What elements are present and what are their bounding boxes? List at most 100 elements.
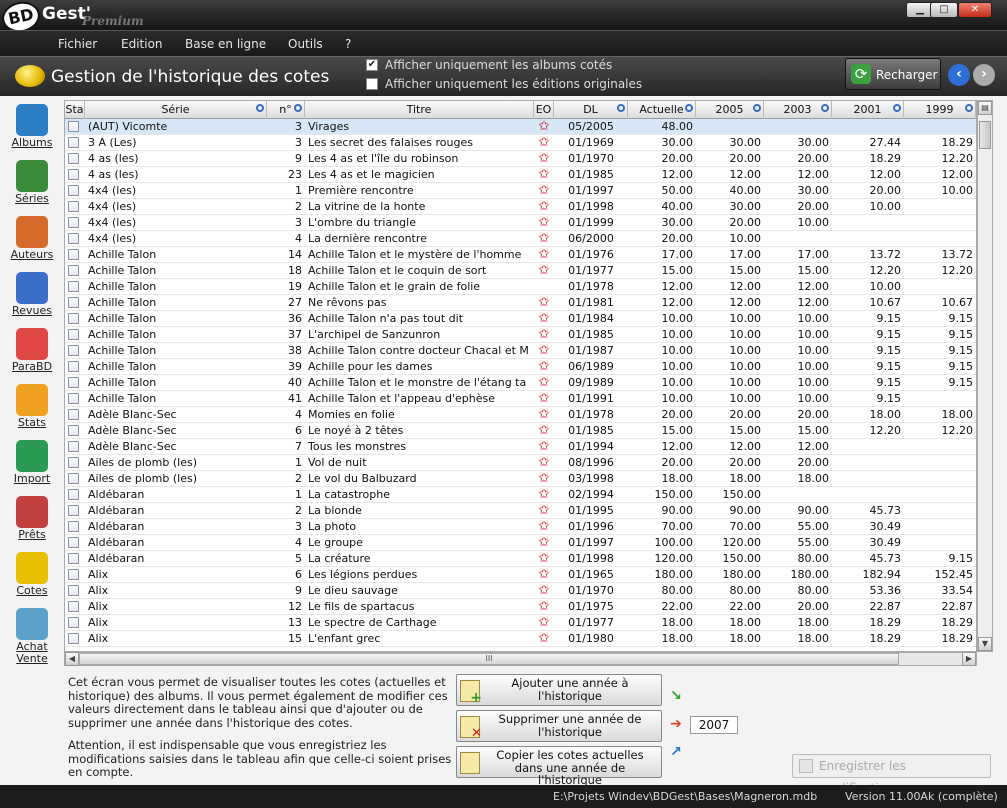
table-cell[interactable]: 15 xyxy=(267,631,305,647)
table-cell[interactable]: 9.15 xyxy=(832,359,904,375)
table-cell[interactable]: 01/1996 xyxy=(554,519,628,535)
row-checkbox[interactable] xyxy=(68,537,79,548)
table-cell[interactable]: 27 xyxy=(267,295,305,311)
row-checkbox[interactable] xyxy=(68,233,79,244)
sidebar-item-2[interactable]: Auteurs xyxy=(2,216,62,261)
table-cell[interactable]: 10.00 xyxy=(696,375,764,391)
table-cell[interactable]: Le spectre de Carthage xyxy=(305,615,534,631)
table-row[interactable]: Aldébaran 4 Le groupe 01/1997 100.00 120.00 55… xyxy=(65,535,976,551)
table-cell[interactable]: 55.00 xyxy=(764,519,832,535)
table-cell[interactable]: 18.29 xyxy=(832,151,904,167)
table-cell[interactable]: 55.00 xyxy=(764,535,832,551)
table-cell[interactable]: Adèle Blanc-Sec xyxy=(85,407,267,423)
table-cell[interactable]: 12.00 xyxy=(764,295,832,311)
row-checkbox[interactable] xyxy=(68,441,79,452)
close-button[interactable]: ✕ xyxy=(958,2,992,18)
table-cell[interactable]: 10.00 xyxy=(764,343,832,359)
table-cell[interactable]: Achille Talon xyxy=(85,327,267,343)
table-cell[interactable]: (AUT) Vicomte xyxy=(85,119,267,135)
table-cell[interactable]: 12.00 xyxy=(764,167,832,183)
table-cell[interactable]: 3 xyxy=(267,135,305,151)
table-cell[interactable]: 01/1978 xyxy=(554,407,628,423)
table-row[interactable]: 4 as (les) 9 Les 4 as et l'île du robinson… xyxy=(65,151,976,167)
arrow-right-icon[interactable]: › xyxy=(973,64,995,86)
table-cell[interactable]: 70.00 xyxy=(628,519,696,535)
table-cell[interactable]: La blonde xyxy=(305,503,534,519)
search-icon[interactable] xyxy=(685,104,693,112)
table-cell[interactable]: 01/1985 xyxy=(554,423,628,439)
table-cell[interactable]: Aldébaran xyxy=(85,519,267,535)
table-cell[interactable]: 180.00 xyxy=(696,567,764,583)
menu-fichier[interactable]: Fichier xyxy=(58,37,97,51)
table-cell[interactable]: 50.00 xyxy=(628,183,696,199)
table-cell[interactable]: Aldébaran xyxy=(85,551,267,567)
table-cell[interactable]: 20.00 xyxy=(764,407,832,423)
table-row[interactable]: 4x4 (les) 1 Première rencontre 01/1997 50.00… xyxy=(65,183,976,199)
table-cell[interactable]: 4x4 (les) xyxy=(85,183,267,199)
table-cell[interactable]: 10.00 xyxy=(764,327,832,343)
table-cell[interactable]: Le dieu sauvage xyxy=(305,583,534,599)
table-row[interactable]: 4x4 (les) 3 L'ombre du triangle 01/1999 30.0… xyxy=(65,215,976,231)
table-row[interactable]: Alix 6 Les légions perdues 01/1965 180.00 180… xyxy=(65,567,976,583)
table-cell[interactable]: La vitrine de la honte xyxy=(305,199,534,215)
row-checkbox[interactable] xyxy=(68,425,79,436)
row-checkbox[interactable] xyxy=(68,473,79,484)
table-cell[interactable]: 4x4 (les) xyxy=(85,215,267,231)
column-header[interactable]: Titre xyxy=(305,101,534,119)
table-cell[interactable]: Alix xyxy=(85,631,267,647)
table-cell[interactable] xyxy=(904,535,976,551)
row-checkbox[interactable] xyxy=(68,313,79,324)
table-cell[interactable]: 9.15 xyxy=(832,375,904,391)
table-cell[interactable]: 6 xyxy=(267,423,305,439)
table-cell[interactable] xyxy=(904,471,976,487)
table-cell[interactable]: L'ombre du triangle xyxy=(305,215,534,231)
row-checkbox[interactable] xyxy=(68,617,79,628)
table-cell[interactable]: 10.00 xyxy=(832,199,904,215)
table-cell[interactable]: 80.00 xyxy=(764,583,832,599)
row-checkbox[interactable] xyxy=(68,281,79,292)
table-cell[interactable]: 01/1994 xyxy=(554,439,628,455)
table-cell[interactable]: 20.00 xyxy=(764,455,832,471)
table-cell[interactable]: 01/1998 xyxy=(554,551,628,567)
search-icon[interactable] xyxy=(893,104,901,112)
table-cell[interactable]: 53.36 xyxy=(832,583,904,599)
table-cell[interactable]: 18.00 xyxy=(696,615,764,631)
table-cell[interactable]: 40.00 xyxy=(696,183,764,199)
table-row[interactable]: Achille Talon 40 Achille Talon et le monst… xyxy=(65,375,976,391)
table-cell[interactable]: 4 as (les) xyxy=(85,151,267,167)
table-cell[interactable]: Première rencontre xyxy=(305,183,534,199)
table-cell[interactable]: Momies en folie xyxy=(305,407,534,423)
table-row[interactable]: Alix 13 Le spectre de Carthage 01/1977 18.00… xyxy=(65,615,976,631)
table-row[interactable]: Ailes de plomb (les) 2 Le vol du Balbuzard… xyxy=(65,471,976,487)
table-cell[interactable]: 15.00 xyxy=(696,263,764,279)
table-cell[interactable]: Achille Talon xyxy=(85,375,267,391)
table-row[interactable]: 4 as (les) 23 Les 4 as et le magicien 01/19… xyxy=(65,167,976,183)
table-cell[interactable]: La catastrophe xyxy=(305,487,534,503)
table-cell[interactable]: 01/1987 xyxy=(554,343,628,359)
table-cell[interactable]: 01/1975 xyxy=(554,599,628,615)
table-cell[interactable]: 9.15 xyxy=(904,375,976,391)
table-cell[interactable]: 39 xyxy=(267,359,305,375)
table-cell[interactable]: Ne rêvons pas xyxy=(305,295,534,311)
table-cell[interactable]: 9.15 xyxy=(832,391,904,407)
row-checkbox[interactable] xyxy=(68,393,79,404)
row-checkbox[interactable] xyxy=(68,633,79,644)
table-cell[interactable] xyxy=(904,519,976,535)
table-row[interactable]: Achille Talon 39 Achille pour les dames 06/… xyxy=(65,359,976,375)
table-row[interactable]: (AUT) Vicomte 3 Virages 05/2005 48.00 ✩ xyxy=(65,119,976,135)
table-cell[interactable]: Aldébaran xyxy=(85,503,267,519)
table-cell[interactable]: Achille Talon xyxy=(85,279,267,295)
table-cell[interactable]: 9 xyxy=(267,583,305,599)
table-cell[interactable]: 22.00 xyxy=(696,599,764,615)
table-cell[interactable]: 30.00 xyxy=(764,183,832,199)
table-cell[interactable]: 150.00 xyxy=(628,487,696,503)
table-cell[interactable]: 05/2005 xyxy=(554,119,628,135)
table-cell[interactable]: 9.15 xyxy=(904,551,976,567)
table-cell[interactable]: 10.00 xyxy=(696,231,764,247)
table-cell[interactable]: 90.00 xyxy=(628,503,696,519)
table-cell[interactable]: 1 xyxy=(267,183,305,199)
table-cell[interactable] xyxy=(832,119,904,135)
table-cell[interactable]: 18.29 xyxy=(832,631,904,647)
table-cell[interactable]: 4 xyxy=(267,231,305,247)
table-row[interactable]: Aldébaran 2 La blonde 01/1995 90.00 90.00 90.0… xyxy=(65,503,976,519)
